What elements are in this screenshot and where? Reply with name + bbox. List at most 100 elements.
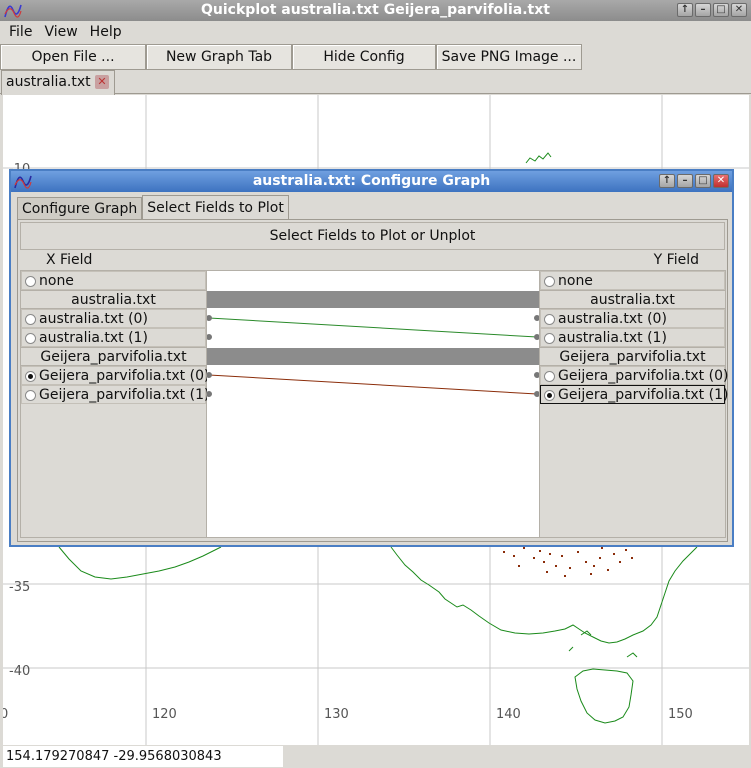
connection-line-geijera	[208, 374, 538, 395]
new-graph-tab-button[interactable]: New Graph Tab	[146, 44, 292, 70]
open-file-button[interactable]: Open File ...	[0, 44, 146, 70]
x-field-label-item: Geijera_parvifolia.txt (0)	[39, 368, 210, 384]
connector-dot	[207, 315, 212, 321]
quickplot-app-icon	[4, 4, 22, 18]
data-point	[613, 553, 615, 555]
y-field-label-item: australia.txt (1)	[558, 330, 667, 346]
data-point	[593, 565, 595, 567]
field-connection-area[interactable]	[207, 270, 539, 538]
connections-svg	[207, 315, 539, 397]
save-png-image-button[interactable]: Save PNG Image ...	[436, 44, 582, 70]
x-tick-label: 0	[3, 707, 8, 722]
x-tick-label: 150	[668, 707, 693, 722]
tab-configure-graph[interactable]: Configure Graph	[17, 197, 143, 220]
data-point	[585, 561, 587, 563]
y-field-label-item: australia.txt (0)	[558, 311, 667, 327]
radio-icon	[25, 390, 36, 401]
menu-help[interactable]: Help	[84, 21, 128, 44]
x-field-australia-1[interactable]: australia.txt (1)	[21, 328, 206, 347]
x-field-australia-0[interactable]: australia.txt (0)	[21, 309, 206, 328]
data-point	[561, 555, 563, 557]
select-fields-header: Select Fields to Plot or Unplot	[20, 222, 725, 250]
x-field-geijera-1[interactable]: Geijera_parvifolia.txt (1)	[21, 385, 210, 404]
x-field-none-label: none	[39, 273, 74, 289]
x-field-list: none australia.txt australia.txt (0) aus…	[20, 270, 210, 538]
y-field-none-label: none	[558, 273, 593, 289]
menu-file[interactable]: File	[0, 21, 38, 44]
data-point	[523, 547, 525, 549]
y-field-label: Y Field	[653, 252, 699, 268]
tab-select-fields[interactable]: Select Fields to Plot	[142, 195, 289, 220]
y-field-australia-0[interactable]: australia.txt (0)	[540, 309, 725, 328]
menu-bar: File View Help	[0, 21, 751, 44]
radio-icon	[25, 314, 36, 325]
data-point	[543, 561, 545, 563]
tab-label: australia.txt	[6, 74, 91, 90]
toolbar: Open File ... New Graph Tab Hide Config …	[0, 44, 751, 70]
y-tick-label: -35	[9, 580, 30, 595]
window-titlebar: Quickplot australia.txt Geijera_parvifol…	[0, 0, 751, 21]
data-point	[619, 561, 621, 563]
data-point	[518, 565, 520, 567]
window-title: Quickplot australia.txt Geijera_parvifol…	[201, 2, 550, 18]
dialog-maximize-button[interactable]: □	[695, 174, 711, 188]
window-minimize-button[interactable]: –	[695, 3, 711, 17]
radio-icon	[25, 333, 36, 344]
x-field-geijera-0[interactable]: Geijera_parvifolia.txt (0)	[21, 366, 210, 385]
y-tick-label: -40	[9, 664, 30, 679]
data-point	[503, 551, 505, 553]
data-point	[549, 553, 551, 555]
window-raise-button[interactable]: ↑	[677, 3, 693, 17]
dialog-raise-button[interactable]: ↑	[659, 174, 675, 188]
select-fields-panel: Select Fields to Plot or Unplot X Field …	[17, 219, 728, 542]
menu-view[interactable]: View	[38, 21, 83, 44]
radio-icon	[544, 314, 555, 325]
data-point	[631, 557, 633, 559]
dialog-tabs: Configure Graph Select Fields to Plot	[17, 195, 289, 220]
y-field-list: none australia.txt australia.txt (0) aus…	[539, 270, 729, 538]
radio-icon	[25, 276, 36, 287]
y-field-geijera-1[interactable]: Geijera_parvifolia.txt (1)	[540, 385, 728, 404]
data-point	[577, 551, 579, 553]
dialog-minimize-button[interactable]: –	[677, 174, 693, 188]
y-field-australia-1[interactable]: australia.txt (1)	[540, 328, 725, 347]
data-point	[546, 571, 548, 573]
y-field-none[interactable]: none	[540, 271, 725, 290]
window-maximize-button[interactable]: □	[713, 3, 729, 17]
radio-selected-icon	[544, 390, 555, 401]
x-field-label-item: australia.txt (1)	[39, 330, 148, 346]
close-icon[interactable]: ✕	[95, 75, 109, 89]
data-point	[590, 573, 592, 575]
y-group-australia: australia.txt	[540, 290, 725, 309]
y-field-label-item: Geijera_parvifolia.txt (0)	[558, 368, 729, 384]
data-point	[564, 575, 566, 577]
connector-dot	[207, 334, 212, 340]
data-point	[601, 547, 603, 549]
geijera-points	[503, 547, 633, 577]
radio-icon	[544, 333, 555, 344]
x-group-australia: australia.txt	[21, 290, 206, 309]
connector-dot	[207, 391, 212, 397]
tab-australia[interactable]: australia.txt ✕	[1, 70, 115, 95]
x-field-label-item: Geijera_parvifolia.txt (1)	[39, 387, 210, 403]
y-field-geijera-0[interactable]: Geijera_parvifolia.txt (0)	[540, 366, 729, 385]
radio-icon	[544, 276, 555, 287]
x-field-none[interactable]: none	[21, 271, 206, 290]
connection-line-australia	[208, 317, 538, 338]
data-point	[607, 569, 609, 571]
dialog-title: australia.txt: Configure Graph	[252, 173, 491, 189]
data-point	[513, 555, 515, 557]
dialog-close-button[interactable]: ✕	[713, 174, 729, 188]
x-tick-label: 140	[496, 707, 521, 722]
x-group-geijera: Geijera_parvifolia.txt	[21, 347, 206, 366]
window-close-button[interactable]: ✕	[731, 3, 747, 17]
hide-config-button[interactable]: Hide Config	[292, 44, 436, 70]
x-tick-label: 120	[152, 707, 177, 722]
radio-icon	[544, 371, 555, 382]
coast-island	[568, 646, 574, 652]
x-tick-label: 130	[324, 707, 349, 722]
graph-tab-row: australia.txt ✕	[0, 70, 751, 95]
data-point	[555, 565, 557, 567]
x-field-label-item: australia.txt (0)	[39, 311, 148, 327]
coast-north	[525, 152, 552, 164]
